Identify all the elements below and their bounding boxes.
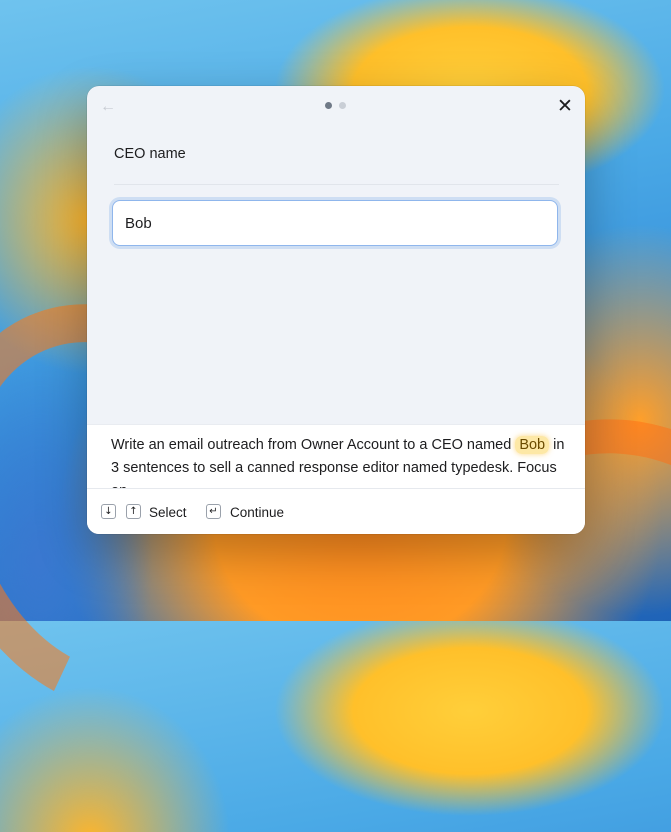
divider (114, 184, 559, 185)
continue-hint-label: Continue (230, 505, 285, 520)
preview-text-before: Write an email outreach from Owner Accou… (111, 437, 516, 453)
field-label: CEO name (114, 146, 186, 162)
variable-highlight: Bob (515, 436, 550, 454)
prompt-dialog: ← ✕ CEO name Write an email outreach fro… (87, 86, 585, 534)
arrow-up-key-icon: ↑ (126, 504, 141, 519)
prompt-preview: Write an email outreach from Owner Accou… (87, 424, 585, 499)
step-dot-1 (325, 102, 332, 109)
footer-bar: ↓ ↑ Select ↵ Continue (87, 488, 585, 534)
step-dot-2 (339, 102, 346, 109)
step-indicator (325, 102, 346, 109)
select-hint-label: Select (149, 505, 187, 520)
back-arrow-icon[interactable]: ← (97, 96, 119, 118)
ceo-name-field-wrapper (112, 200, 558, 246)
arrow-down-key-icon: ↓ (101, 504, 116, 519)
close-icon[interactable]: ✕ (553, 95, 577, 119)
ceo-name-input[interactable] (113, 201, 557, 245)
enter-key-icon: ↵ (206, 504, 221, 519)
